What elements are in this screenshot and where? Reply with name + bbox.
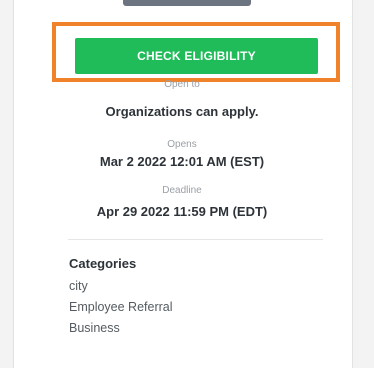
opens-value: Mar 2 2022 12:01 AM (EST) (99, 154, 265, 169)
opens-label: Opens (167, 139, 197, 150)
open-to-value: Organizations can apply. (105, 104, 259, 119)
section-divider (68, 239, 323, 240)
top-element-edge (123, 0, 251, 6)
check-eligibility-button[interactable]: CHECK ELIGIBILITY (75, 38, 318, 74)
category-item: city (69, 279, 88, 293)
deadline-label: Deadline (162, 185, 202, 196)
deadline-value: Apr 29 2022 11:59 PM (EDT) (96, 204, 268, 219)
open-to-label: Open to (164, 80, 200, 89)
categories-list: city Employee Referral Business (69, 276, 173, 339)
category-item: Employee Referral (69, 300, 173, 314)
category-item: Business (69, 321, 120, 335)
categories-heading: Categories (69, 256, 137, 271)
